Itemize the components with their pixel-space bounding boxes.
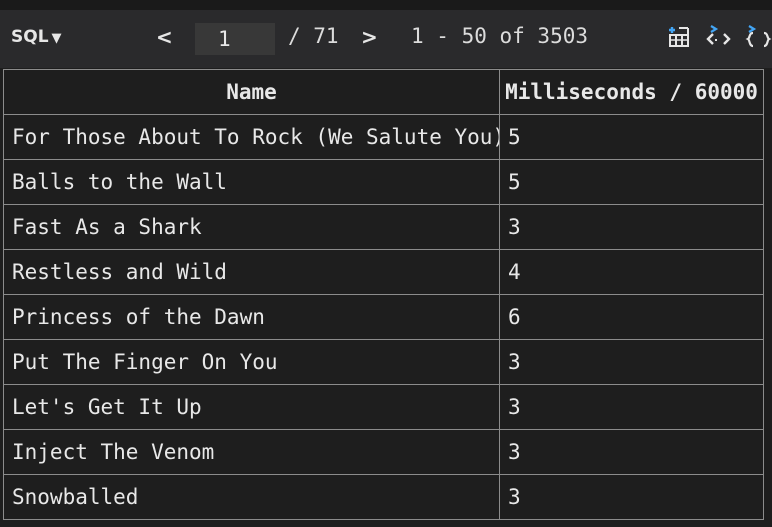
previous-page-button[interactable]: < [156,27,173,47]
cell-name[interactable]: Put The Finger On You [3,339,500,385]
page-number-input[interactable] [195,23,275,55]
json-view-icon[interactable] [745,24,772,54]
cell-name[interactable]: Balls to the Wall [3,159,500,205]
cell-minutes[interactable]: 3 [499,339,764,385]
next-page-button[interactable]: > [361,27,378,47]
table-row: Princess of the Dawn 6 [3,294,764,340]
cell-name[interactable]: Princess of the Dawn [3,294,500,340]
top-strip [0,0,772,10]
cell-minutes[interactable]: 5 [499,159,764,205]
cell-minutes[interactable]: 6 [499,294,764,340]
table-row: Balls to the Wall 5 [3,159,764,205]
cell-name[interactable]: Inject The Venom [3,429,500,475]
code-view-icon[interactable] [705,24,733,54]
table-row: Restless and Wild 4 [3,249,764,295]
page-total: / 71 [288,24,339,48]
cell-minutes[interactable]: 3 [499,204,764,250]
column-header-name[interactable]: Name [3,69,500,115]
cell-name[interactable]: For Those About To Rock (We Salute You) [3,114,500,160]
results-table: Name Milliseconds / 60000 For Those Abou… [3,69,764,520]
column-header-milliseconds[interactable]: Milliseconds / 60000 [499,69,764,115]
table-row: Fast As a Shark 3 [3,204,764,250]
cell-minutes[interactable]: 5 [499,114,764,160]
header-row: Name Milliseconds / 60000 [3,69,764,115]
sql-mode-dropdown[interactable]: SQL ▼ [11,27,62,47]
table-row: For Those About To Rock (We Salute You) … [3,114,764,160]
table-row: Inject The Venom 3 [3,429,764,475]
row-range-status: 1 - 50 of 3503 [411,24,589,48]
caret-down-icon: ▼ [51,31,62,46]
cell-name[interactable]: Snowballed [3,474,500,520]
cell-name[interactable]: Restless and Wild [3,249,500,295]
table-row: Let's Get It Up 3 [3,384,764,430]
table-view-icon[interactable] [666,24,692,54]
table-row: Snowballed 3 [3,474,764,520]
cell-minutes[interactable]: 3 [499,429,764,475]
cell-minutes[interactable]: 3 [499,474,764,520]
cell-name[interactable]: Let's Get It Up [3,384,500,430]
results-toolbar: SQL▼ < / 71 > 1 - 50 of 3503 [0,10,772,68]
cell-name[interactable]: Fast As a Shark [3,204,500,250]
sql-mode-label: SQL [11,27,49,47]
cell-minutes[interactable]: 4 [499,249,764,295]
table-row: Put The Finger On You 3 [3,339,764,385]
cell-minutes[interactable]: 3 [499,384,764,430]
